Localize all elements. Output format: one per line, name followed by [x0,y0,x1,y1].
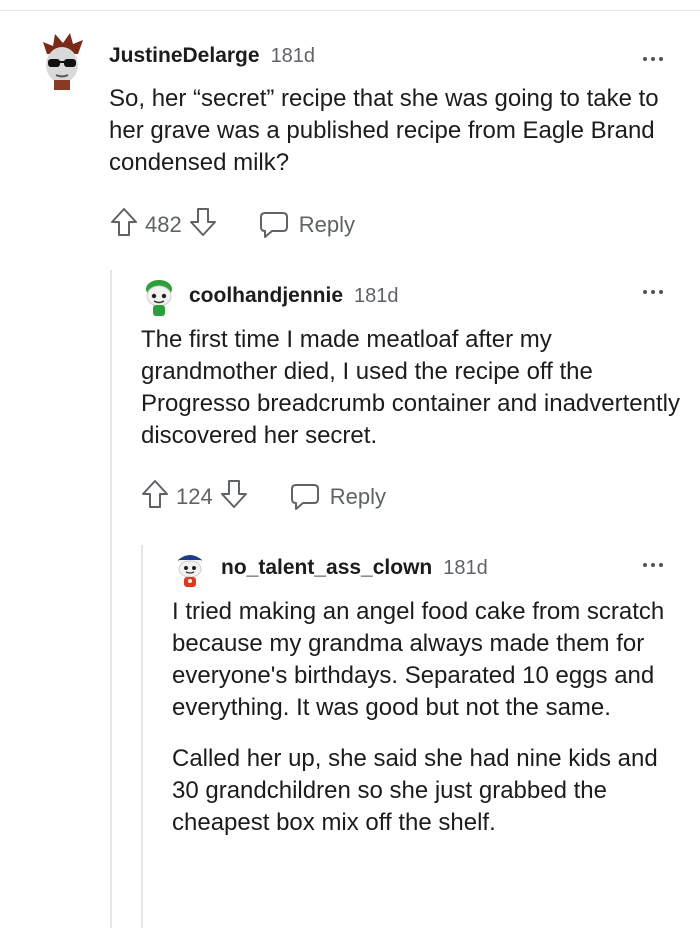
comment-author[interactable]: no_talent_ass_clown [221,556,432,580]
comment-paragraph: The first time I made meatloaf after my … [141,326,680,449]
comment-author[interactable]: coolhandjennie [189,284,343,308]
vote-count: 124 [176,484,213,509]
comment-author[interactable]: JustineDelarge [109,44,260,68]
comment-body: So, her “secret” recipe that she was goi… [109,83,684,179]
downvote-icon[interactable] [219,478,249,516]
vote-count: 482 [145,212,182,237]
thread-line-level-1[interactable] [110,270,112,928]
more-options-icon[interactable] [643,563,663,567]
reply-icon [259,212,288,238]
comment-body: I tried making an angel food cake from s… [172,596,677,839]
comment-age: 181d [354,285,399,307]
comment-paragraph: I tried making an angel food cake from s… [172,598,665,721]
top-divider [0,10,700,11]
comment-age: 181d [443,557,488,579]
comment-paragraph: Called her up, she said she had nine kid… [172,745,658,836]
sunglasses-avatar-icon[interactable] [37,32,87,90]
comment-actions: 124 Reply [140,478,386,516]
comment-actions: 482 Reply [109,206,355,244]
reply-icon [290,484,319,510]
reply-button[interactable]: Reply [289,482,386,512]
upvote-icon[interactable] [140,478,170,516]
sailor-snoo-avatar-icon[interactable] [173,550,207,588]
reply-button[interactable]: Reply [258,210,355,240]
comment-age: 181d [270,45,316,67]
thread-line-level-2[interactable] [141,545,143,928]
reply-label: Reply [298,212,355,237]
comment-paragraph: So, her “secret” recipe that she was goi… [109,85,659,176]
downvote-icon[interactable] [188,206,218,244]
green-snoo-avatar-icon[interactable] [142,279,176,317]
comment-body: The first time I made meatloaf after my … [141,324,686,452]
reply-label: Reply [329,484,386,509]
more-options-icon[interactable] [643,290,663,294]
more-options-icon[interactable] [643,57,663,61]
upvote-icon[interactable] [109,206,139,244]
